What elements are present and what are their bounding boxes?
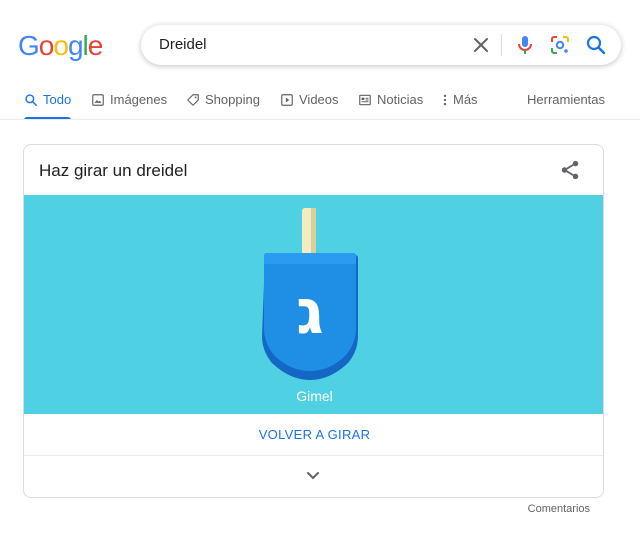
search-input[interactable]: Dreidel bbox=[159, 36, 207, 53]
dreidel-result: Gimel bbox=[296, 388, 333, 404]
search-icon bbox=[25, 94, 37, 106]
search-results-page: Google Dreidel Todo Imágenes Shopping Vi… bbox=[0, 0, 640, 548]
tab-noticias[interactable]: Noticias bbox=[358, 84, 423, 120]
search-tabs: Todo Imágenes Shopping Videos Noticias M… bbox=[0, 84, 640, 120]
logo-letter: o bbox=[38, 30, 55, 61]
search-icon[interactable] bbox=[584, 33, 608, 57]
chevron-down-icon bbox=[307, 472, 319, 480]
share-icon[interactable] bbox=[559, 159, 581, 181]
logo-letter: o bbox=[53, 30, 69, 61]
spin-again-button[interactable]: VOLVER A GIRAR bbox=[24, 414, 603, 456]
logo-letter: e bbox=[87, 30, 104, 61]
image-icon bbox=[92, 94, 104, 106]
news-icon bbox=[359, 94, 371, 106]
search-box[interactable]: Dreidel bbox=[141, 25, 621, 65]
expand-button[interactable] bbox=[24, 456, 603, 497]
dreidel-card: Haz girar un dreidel ג Gimel VOLVER A GI… bbox=[23, 144, 604, 498]
tools-label: Herramientas bbox=[527, 92, 606, 107]
google-logo[interactable]: Google bbox=[18, 29, 104, 63]
microphone-icon[interactable] bbox=[513, 33, 537, 57]
tab-mas[interactable]: Más bbox=[442, 84, 478, 120]
tabs-divider bbox=[0, 119, 640, 120]
tab-label: Videos bbox=[299, 92, 339, 107]
tab-label: Shopping bbox=[205, 92, 260, 107]
feedback-link[interactable]: Comentarios bbox=[528, 503, 590, 515]
dreidel-stage[interactable]: ג Gimel bbox=[24, 195, 603, 414]
dreidel-icon[interactable]: ג bbox=[260, 208, 360, 383]
tab-todo[interactable]: Todo bbox=[24, 84, 72, 120]
tools-button[interactable]: Herramientas bbox=[527, 84, 605, 120]
close-icon[interactable] bbox=[469, 33, 493, 57]
tab-videos[interactable]: Videos bbox=[280, 84, 339, 120]
card-title: Haz girar un dreidel bbox=[39, 161, 188, 180]
tab-label: Noticias bbox=[377, 92, 424, 107]
tab-label: Imágenes bbox=[110, 92, 168, 107]
more-vert-icon bbox=[443, 94, 447, 106]
tab-label: Todo bbox=[43, 92, 72, 107]
tag-icon bbox=[187, 94, 199, 106]
dreidel-letter: ג bbox=[296, 275, 324, 348]
logo-letter: G bbox=[18, 30, 40, 61]
tab-shopping[interactable]: Shopping bbox=[186, 84, 260, 120]
tab-imagenes[interactable]: Imágenes bbox=[91, 84, 167, 120]
tab-label: Más bbox=[453, 92, 478, 107]
search-divider bbox=[501, 34, 502, 56]
logo-letter: g bbox=[67, 30, 84, 61]
lens-icon[interactable] bbox=[548, 33, 572, 57]
play-icon bbox=[281, 94, 293, 106]
